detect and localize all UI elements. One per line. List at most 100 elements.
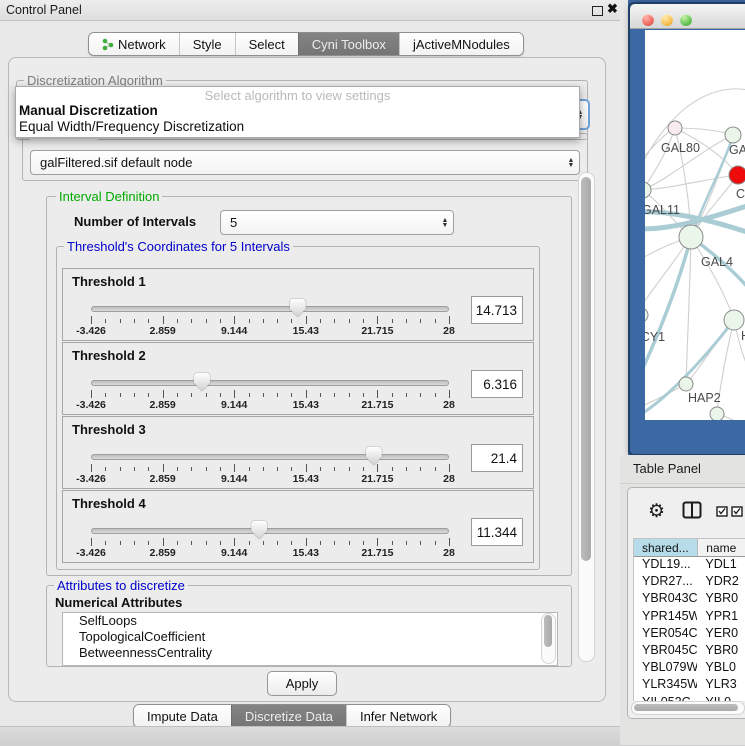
slider-thumb[interactable]	[194, 373, 210, 391]
table-row[interactable]: YBR043CYBR0	[634, 591, 745, 608]
tab-label: Select	[249, 37, 285, 52]
table-cell: YLR3	[697, 677, 745, 694]
table-data-combobox[interactable]: galFiltered.sif default node ▲▼	[30, 150, 580, 175]
network-node-gcy1[interactable]	[645, 308, 648, 322]
threshold-label: Threshold 4	[72, 496, 146, 511]
network-node[interactable]	[710, 407, 724, 420]
tick-mark	[91, 316, 92, 324]
panel-scrollbar-thumb[interactable]	[581, 177, 591, 561]
threshold-slider[interactable]: -3.4262.8599.14415.4321.71528	[85, 298, 455, 338]
table-row[interactable]: YBL079WYBL0	[634, 660, 745, 677]
tab-discretize-data[interactable]: Discretize Data	[231, 705, 346, 727]
threshold-value-field[interactable]: 11.344	[471, 518, 523, 546]
attribute-item-betweennesscentrality[interactable]: BetweennessCentrality	[63, 645, 557, 661]
panel-scrollbar[interactable]	[578, 172, 595, 662]
tick-mark	[320, 541, 321, 545]
close-traffic-light-icon[interactable]	[642, 14, 654, 26]
close-icon[interactable]: ✖	[607, 1, 618, 17]
table-row[interactable]: YPR145WYPR1	[634, 609, 745, 626]
tick-mark	[105, 541, 106, 545]
attribute-item-topologicalcoefficient[interactable]: TopologicalCoefficient	[63, 629, 557, 645]
numerical-attributes-label: Numerical Attributes	[52, 595, 185, 610]
table-row[interactable]: YDR27...YDR2	[634, 574, 745, 591]
threshold-slider[interactable]: -3.4262.8599.14415.4321.71528	[85, 372, 455, 412]
tick-mark	[320, 393, 321, 397]
tab-label: Discretize Data	[245, 709, 333, 724]
tick-mark	[363, 393, 364, 397]
table-cell: YBR0	[697, 591, 745, 608]
attributes-group-title: Attributes to discretize	[54, 579, 188, 592]
table-row[interactable]: YER054CYER0	[634, 626, 745, 643]
threshold-value-field[interactable]: 6.316	[471, 370, 523, 398]
network-edge[interactable]	[675, 128, 733, 135]
tick-mark	[91, 464, 92, 472]
attribute-item-selfloops[interactable]: SelfLoops	[63, 613, 557, 629]
tick-mark	[120, 541, 121, 545]
tab-label: Style	[193, 37, 222, 52]
minimize-traffic-light-icon[interactable]	[661, 14, 673, 26]
tick-mark	[406, 393, 407, 397]
table-cell: YDL1	[697, 557, 745, 574]
network-edge[interactable]	[691, 237, 734, 320]
slider-thumb[interactable]	[366, 447, 382, 465]
panel-gap	[620, 0, 628, 455]
tick-mark	[105, 393, 106, 397]
column-header-shared-[interactable]: shared...	[634, 539, 698, 556]
popup-option-equal-width-frequency-discretization[interactable]: Equal Width/Frequency Discretization	[16, 119, 579, 135]
network-edge[interactable]	[686, 237, 691, 384]
tab-network[interactable]: Network	[89, 33, 179, 55]
float-window-icon[interactable]	[592, 6, 603, 16]
tick-mark	[249, 319, 250, 323]
table-hscrollbar-thumb[interactable]	[634, 704, 738, 711]
tab-cyni-toolbox[interactable]: Cyni Toolbox	[298, 33, 399, 55]
popup-option-manual-discretization[interactable]: Manual Discretization	[16, 103, 579, 119]
table-row[interactable]: YLR345WYLR3	[634, 677, 745, 694]
apply-button[interactable]: Apply	[267, 671, 337, 696]
network-canvas[interactable]: GAL80GACGAL11GAL4GCY1HHAP2	[645, 30, 745, 420]
gear-icon[interactable]: ⚙	[648, 500, 665, 523]
threshold-slider[interactable]: -3.4262.8599.14415.4321.71528	[85, 520, 455, 560]
slider-track	[91, 380, 449, 386]
node-table[interactable]: shared...name YDL19...YDL1YDR27...YDR2YB…	[633, 538, 745, 701]
slider-thumb[interactable]	[251, 521, 267, 539]
table-cell: YDL19...	[634, 557, 697, 574]
tick-mark	[220, 541, 221, 545]
tab-infer-network[interactable]: Infer Network	[346, 705, 450, 727]
network-node-gal80[interactable]	[668, 121, 682, 135]
tick-mark	[163, 464, 164, 472]
network-edge[interactable]	[645, 175, 738, 190]
slider-thumb[interactable]	[290, 299, 306, 317]
zoom-traffic-light-icon[interactable]	[680, 14, 692, 26]
tab-jactivemnodules[interactable]: jActiveMNodules	[399, 33, 523, 55]
checkbox-icon[interactable]	[731, 506, 743, 517]
tab-impute-data[interactable]: Impute Data	[134, 705, 231, 727]
table-cell: YER054C	[634, 626, 697, 643]
column-header-name[interactable]: name	[698, 539, 745, 556]
threshold-value-field[interactable]: 21.4	[471, 444, 523, 472]
network-node-gal4[interactable]	[679, 225, 703, 249]
network-window-titlebar[interactable]	[630, 4, 745, 29]
threshold-value-field[interactable]: 14.713	[471, 296, 523, 324]
attributes-scrollbar[interactable]	[541, 613, 556, 664]
table-row[interactable]: YDL19...YDL1	[634, 557, 745, 574]
tick-label: -3.426	[76, 473, 106, 485]
panel-title: Control Panel	[6, 3, 82, 17]
table-hscrollbar[interactable]	[631, 701, 745, 715]
network-node-h[interactable]	[724, 310, 744, 330]
tick-mark	[120, 393, 121, 397]
checkbox-icon[interactable]	[716, 506, 728, 517]
network-node-ga[interactable]	[725, 127, 741, 143]
number-of-intervals-combobox[interactable]: 5 ▲▼	[220, 210, 454, 235]
threshold-slider[interactable]: -3.4262.8599.14415.4321.71528	[85, 446, 455, 486]
tick-label: 21.715	[361, 399, 393, 411]
tab-select[interactable]: Select	[235, 33, 298, 55]
network-node-hap2[interactable]	[679, 377, 693, 391]
split-columns-icon[interactable]	[682, 501, 702, 519]
tick-mark	[377, 464, 378, 472]
attributes-scrollbar-thumb[interactable]	[544, 615, 552, 647]
network-node-c[interactable]	[729, 166, 745, 184]
tick-mark	[277, 541, 278, 545]
numerical-attributes-list[interactable]: SelfLoopsTopologicalCoefficientBetweenne…	[62, 612, 558, 666]
table-row[interactable]: YBR045CYBR0	[634, 643, 745, 660]
tab-style[interactable]: Style	[179, 33, 235, 55]
